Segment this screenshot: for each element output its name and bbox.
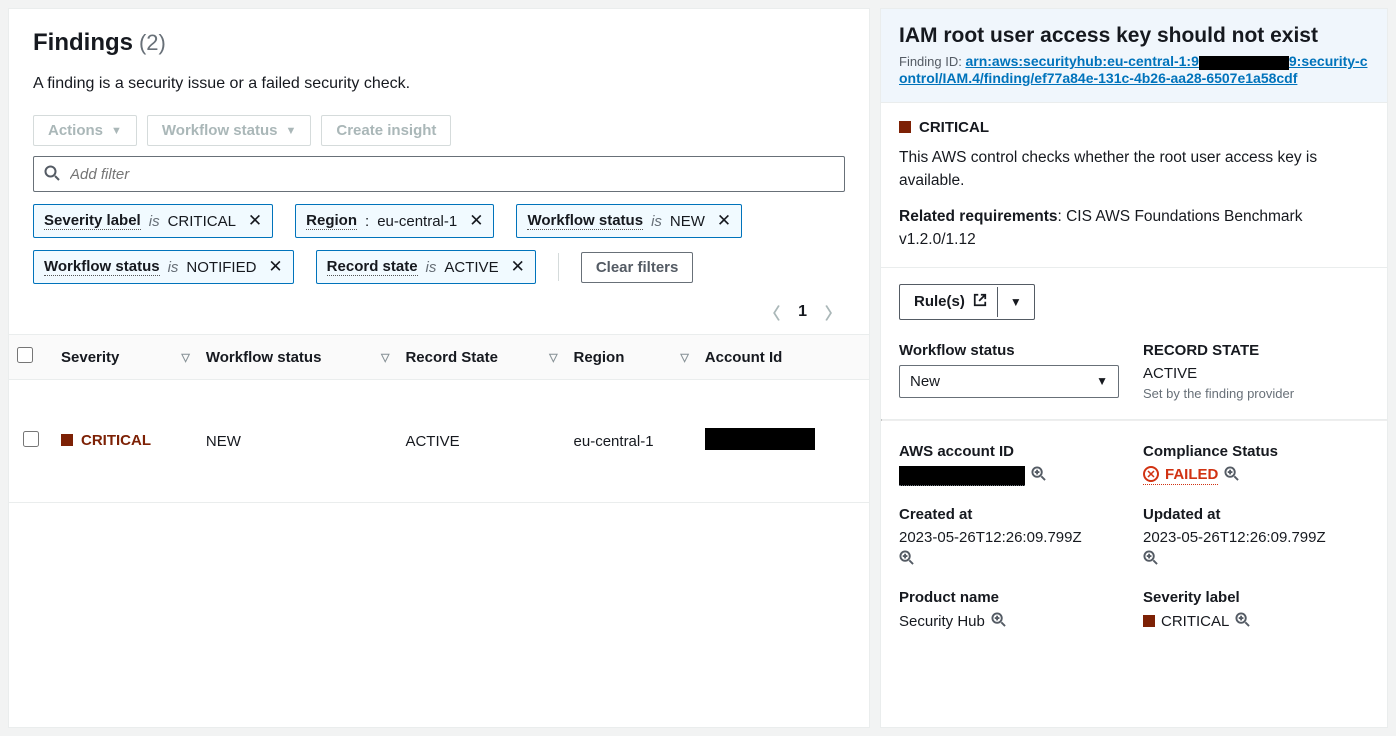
magnify-icon[interactable] [991,612,1006,631]
sort-icon: ▽ [680,351,688,364]
chevron-down-icon[interactable]: ▼ [997,287,1034,317]
workflow-status-label: Workflow status [162,122,278,139]
cell-workflow: NEW [198,380,398,503]
magnify-icon[interactable] [1143,550,1158,569]
rules-button[interactable]: Rule(s) ▼ [899,284,1035,320]
col-record[interactable]: Record State▽ [397,335,565,380]
detail-description: This AWS control checks whether the root… [899,146,1369,193]
divider [558,253,559,281]
cell-record: ACTIVE [397,380,565,503]
detail-title: IAM root user access key should not exis… [899,23,1369,49]
magnify-icon[interactable] [1235,612,1250,631]
detail-severity-section: CRITICAL This AWS control checks whether… [881,103,1387,268]
magnify-icon[interactable] [899,550,914,569]
updated-at-block: Updated at 2023-05-26T12:26:09.799Z [1143,506,1369,569]
findings-description: A finding is a security issue or a faile… [33,75,845,93]
cell-severity: CRITICAL [53,380,198,503]
redacted-id-segment [1199,56,1289,70]
filter-chip-record-state[interactable]: Record state is ACTIVE ✕ [316,250,536,284]
account-id-block: AWS account ID [899,443,1125,486]
filter-chips-row-1: Severity label is CRITICAL ✕ Region: eu-… [9,204,869,250]
row-checkbox[interactable] [23,431,39,447]
magnify-icon[interactable] [1224,466,1239,485]
create-insight-button[interactable]: Create insight [321,115,451,146]
table-row[interactable]: CRITICAL NEW ACTIVE eu-central-1 [9,380,869,503]
workflow-status-button[interactable]: Workflow status ▼ [147,115,311,146]
severity-square-icon [899,121,911,133]
table-header-row: Severity▽ Workflow status▽ Record State▽… [9,335,869,380]
close-icon[interactable]: ✕ [465,211,483,231]
related-requirements: Related requirements: CIS AWS Foundation… [899,206,1369,251]
col-workflow[interactable]: Workflow status▽ [198,335,398,380]
toolbar: Actions ▼ Workflow status ▼ Create insig… [9,101,869,156]
filter-chip-region[interactable]: Region: eu-central-1 ✕ [295,204,494,238]
chevron-down-icon: ▼ [111,125,122,137]
clear-filters-button[interactable]: Clear filters [581,252,694,283]
select-all-checkbox[interactable] [17,347,33,363]
redacted-account-id [899,466,1025,486]
page-title: Findings (2) [33,29,845,57]
filter-chip-workflow-new[interactable]: Workflow status is NEW ✕ [516,204,742,238]
create-insight-label: Create insight [336,122,436,139]
sort-icon: ▽ [181,351,189,364]
actions-label: Actions [48,122,103,139]
created-at-block: Created at 2023-05-26T12:26:09.799Z [899,506,1125,569]
detail-header: IAM root user access key should not exis… [881,9,1387,103]
actions-button[interactable]: Actions ▼ [33,115,137,146]
compliance-status-block: Compliance Status ✕ FAILED [1143,443,1369,486]
findings-count: (2) [139,30,166,56]
select-all-header [9,335,53,380]
workflow-status-select[interactable]: New ▼ [899,365,1119,398]
findings-panel: Findings (2) A finding is a security iss… [8,8,870,728]
failed-icon: ✕ [1143,466,1159,482]
finding-detail-panel: IAM root user access key should not exis… [880,8,1388,728]
col-account[interactable]: Account Id [697,335,869,380]
severity-square-icon [1143,615,1155,627]
findings-title-text: Findings [33,29,133,57]
filter-input[interactable] [70,166,834,183]
workflow-record-grid: Workflow status New ▼ RECORD STATE ACTIV… [881,320,1387,419]
product-name-block: Product name Security Hub [899,589,1125,631]
sort-icon: ▽ [549,351,557,364]
filter-chips-row-2: Workflow status is NOTIFIED ✕ Record sta… [9,250,869,296]
findings-header: Findings (2) A finding is a security iss… [9,9,869,101]
sort-icon: ▽ [381,351,389,364]
filter-input-container[interactable] [33,156,845,192]
magnify-icon[interactable] [1031,466,1046,485]
col-region[interactable]: Region▽ [566,335,697,380]
filter-chip-severity[interactable]: Severity label is CRITICAL ✕ [33,204,273,238]
filter-chip-workflow-notified[interactable]: Workflow status is NOTIFIED ✕ [33,250,294,284]
prev-page-button[interactable]: 〈 [764,300,780,324]
detail-fields-grid: AWS account ID Compliance Status ✕ FAILE… [881,421,1387,649]
next-page-button[interactable]: 〉 [825,300,841,324]
severity-label-block: Severity label CRITICAL [1143,589,1369,631]
chevron-down-icon: ▼ [1096,374,1108,388]
cell-region: eu-central-1 [566,380,697,503]
severity-text: CRITICAL [919,119,989,136]
filter-input-wrap [9,156,869,204]
findings-table: Severity▽ Workflow status▽ Record State▽… [9,334,869,503]
workflow-status-block: Workflow status New ▼ [899,342,1125,401]
close-icon[interactable]: ✕ [507,257,525,277]
redacted-account-id [705,428,815,450]
col-severity[interactable]: Severity▽ [53,335,198,380]
chevron-down-icon: ▼ [285,125,296,137]
pagination: 〈 1 〉 [9,296,869,334]
external-link-icon [973,293,987,311]
cell-account [697,380,869,503]
rules-row: Rule(s) ▼ [881,268,1387,320]
search-icon [44,165,60,184]
close-icon[interactable]: ✕ [713,211,731,231]
page-number: 1 [798,303,807,321]
finding-id-label: Finding ID: [899,54,965,69]
close-icon[interactable]: ✕ [264,257,282,277]
close-icon[interactable]: ✕ [244,211,262,231]
record-state-block: RECORD STATE ACTIVE Set by the finding p… [1143,342,1369,401]
finding-id-link[interactable]: arn:aws:securityhub:eu-central-1:99:secu… [899,53,1367,85]
severity-square-icon [61,434,73,446]
